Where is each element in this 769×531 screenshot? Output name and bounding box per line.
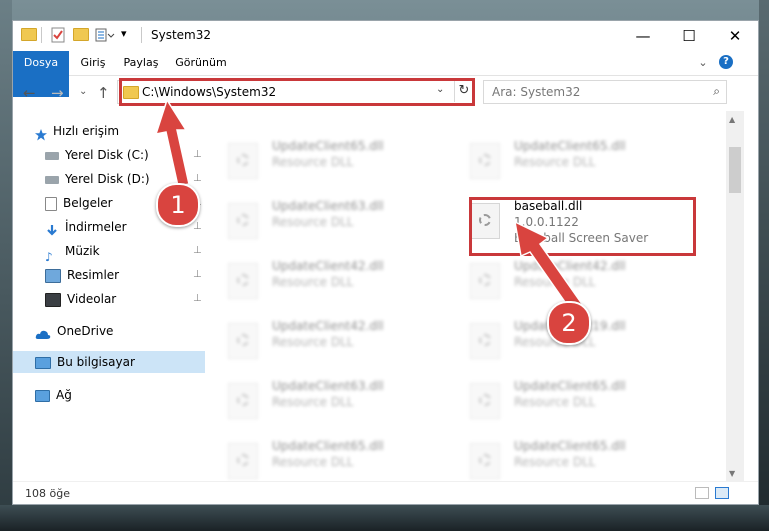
annotation-arrows [154, 98, 584, 314]
arrow-to-file [514, 220, 584, 314]
step-2-badge: 2 [547, 301, 591, 345]
step-1-badge: 1 [156, 183, 200, 227]
arrow-to-address-bar [154, 98, 190, 187]
